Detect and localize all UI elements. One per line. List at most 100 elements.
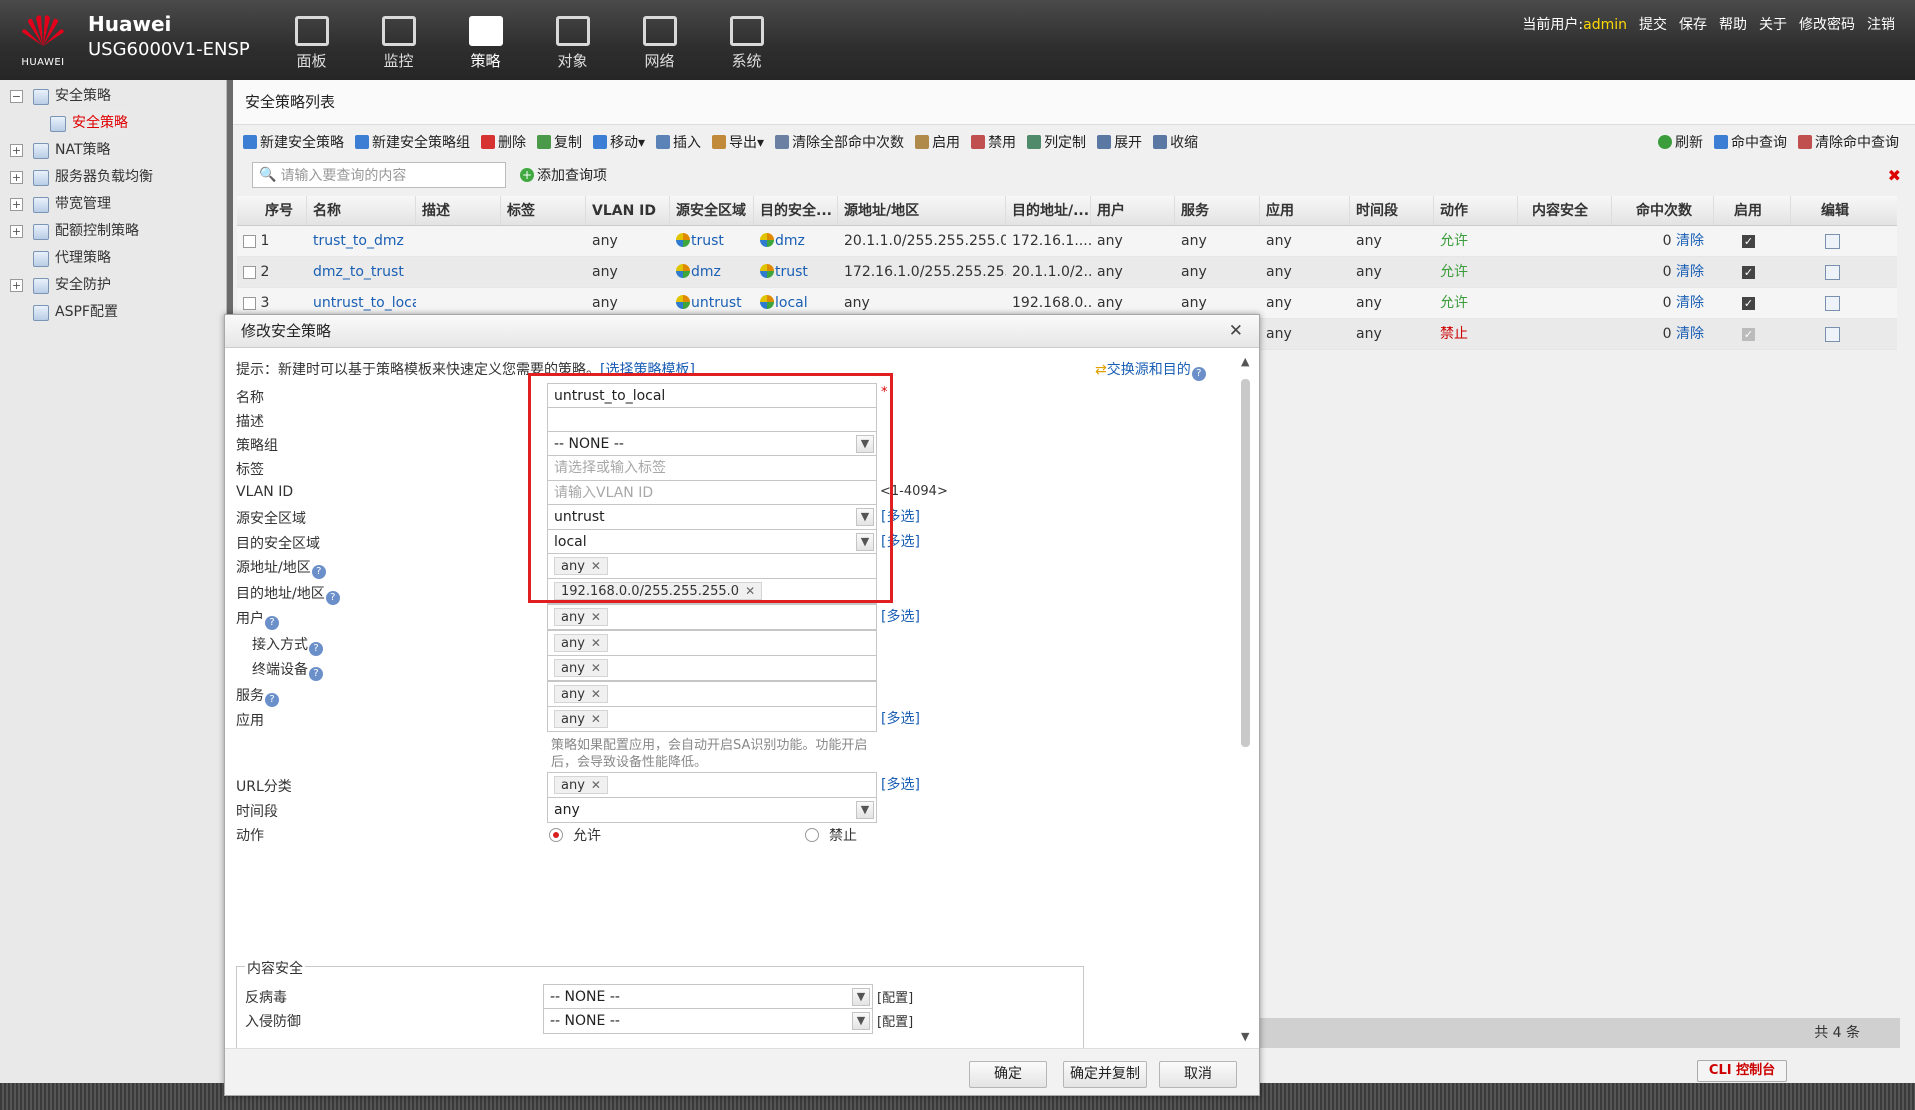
close-icon[interactable]: ✕ [1229, 315, 1243, 348]
ok-button[interactable]: 确定 [969, 1061, 1047, 1088]
new-policy-button[interactable]: 新建安全策略 [243, 132, 344, 152]
help-icon[interactable]: ? [309, 667, 323, 681]
app-input[interactable]: any ✕ [547, 706, 877, 732]
cell-src-zone[interactable]: trust [670, 226, 754, 256]
export-button[interactable]: 导出▾ [712, 132, 764, 152]
clear-hits-link[interactable]: 清除 [1676, 295, 1704, 311]
help-icon[interactable]: ? [325, 591, 340, 605]
enable-checkbox[interactable]: ✓ [1742, 265, 1755, 279]
change-password-link[interactable]: 修改密码 [1799, 14, 1855, 34]
expand-icon[interactable]: + [10, 279, 23, 292]
dialog-scrollbar[interactable]: ▲ ▼ [1238, 349, 1254, 1049]
expand-icon[interactable]: + [10, 171, 23, 184]
help-icon[interactable]: ? [265, 693, 279, 707]
column-header[interactable]: 标签 [501, 196, 586, 225]
url-multi-link[interactable]: [多选] [881, 774, 920, 794]
sidebar-item-nat-policy[interactable]: + NAT策略 [10, 137, 226, 164]
enable-checkbox[interactable]: ✓ [1742, 234, 1755, 248]
column-header[interactable]: 时间段 [1350, 196, 1434, 225]
remove-icon[interactable]: ✕ [591, 712, 601, 726]
column-header[interactable]: 内容安全 [1518, 196, 1612, 225]
close-search-icon[interactable]: ✖ [1888, 166, 1901, 185]
column-header[interactable]: 应用 [1260, 196, 1350, 225]
action-allow-radio[interactable]: 允许 [549, 825, 601, 845]
column-header[interactable]: 服务 [1175, 196, 1260, 225]
table-row[interactable]: 1 trust_to_dmz any trust dmz 20.1.1.0/25… [237, 226, 1897, 257]
move-button[interactable]: 移动▾ [593, 132, 645, 152]
app-multi-link[interactable]: [多选] [881, 708, 920, 728]
copy-button[interactable]: 复制 [537, 132, 582, 152]
new-policy-group-button[interactable]: 新建安全策略组 [355, 132, 470, 152]
column-header[interactable]: 动作 [1434, 196, 1518, 225]
clear-all-hits-button[interactable]: 清除全部命中次数 [775, 132, 904, 152]
table-row[interactable]: 2 dmz_to_trust any dmz trust 172.16.1.0/… [237, 257, 1897, 288]
column-header[interactable]: 目的安全... [754, 196, 838, 225]
column-header[interactable]: 目的地址/... [1006, 196, 1091, 225]
cancel-button[interactable]: 取消 [1159, 1061, 1237, 1088]
column-header[interactable]: 命中次数 [1612, 196, 1714, 225]
column-custom-button[interactable]: 列定制 [1027, 132, 1086, 152]
cell-dst-zone[interactable]: trust [754, 257, 838, 287]
nav-policy[interactable]: 策略 [442, 16, 529, 71]
hit-query-button[interactable]: 命中查询 [1714, 132, 1787, 152]
edit-icon[interactable] [1825, 233, 1840, 249]
cell-dst-zone[interactable]: dmz [754, 226, 838, 256]
ips-select[interactable]: -- NONE -- ▼ [543, 1008, 873, 1034]
search-input[interactable]: 🔍 请输入要查询的内容 [252, 162, 506, 188]
row-checkbox[interactable] [243, 265, 256, 279]
user-multi-link[interactable]: [多选] [881, 606, 920, 626]
nav-network[interactable]: 网络 [616, 16, 703, 71]
refresh-button[interactable]: 刷新 [1658, 132, 1703, 152]
user-input[interactable]: any ✕ [547, 604, 877, 630]
column-header[interactable]: 源安全区域 [670, 196, 754, 225]
sidebar-item-proxy[interactable]: 代理策略 [10, 245, 226, 272]
help-icon[interactable]: ? [265, 616, 279, 630]
sidebar-item-bandwidth[interactable]: + 带宽管理 [10, 191, 226, 218]
column-header[interactable]: 描述 [416, 196, 501, 225]
clear-hits-link[interactable]: 清除 [1676, 233, 1704, 249]
column-header[interactable]: 用户 [1091, 196, 1175, 225]
delete-button[interactable]: 删除 [481, 132, 526, 152]
scroll-thumb[interactable] [1241, 379, 1250, 747]
help-link[interactable]: 帮助 [1719, 14, 1747, 34]
column-header[interactable]: 编辑 [1791, 196, 1867, 225]
cli-console-button[interactable]: CLI 控制台 [1697, 1060, 1787, 1082]
remove-icon[interactable]: ✕ [591, 687, 601, 701]
cell-src-zone[interactable]: dmz [670, 257, 754, 287]
commit-link[interactable]: 提交 [1639, 14, 1667, 34]
help-icon[interactable]: ? [311, 565, 326, 579]
row-checkbox[interactable] [243, 234, 256, 248]
action-deny-radio[interactable]: 禁止 [805, 825, 857, 845]
sidebar-item-quota[interactable]: + 配额控制策略 [10, 218, 226, 245]
edit-icon[interactable] [1825, 264, 1840, 280]
insert-button[interactable]: 插入 [656, 132, 701, 152]
nav-dashboard[interactable]: 面板 [268, 16, 355, 71]
service-input[interactable]: any ✕ [547, 681, 877, 707]
column-header[interactable]: 序号 [237, 196, 307, 225]
help-icon[interactable]: ? [309, 642, 323, 656]
remove-icon[interactable]: ✕ [591, 661, 601, 675]
expand-icon[interactable]: + [10, 198, 23, 211]
help-icon[interactable]: ? [1191, 367, 1206, 381]
clear-hits-link[interactable]: 清除 [1676, 326, 1704, 342]
policy-name-link[interactable]: dmz_to_trust [307, 257, 416, 287]
ok-and-copy-button[interactable]: 确定并复制 [1063, 1061, 1147, 1088]
enable-checkbox[interactable]: ✓ [1742, 296, 1755, 310]
expand-icon[interactable]: + [10, 225, 23, 238]
edit-icon[interactable] [1825, 326, 1840, 342]
swap-src-dst-button[interactable]: ⇄交换源和目的? [1095, 359, 1206, 381]
ips-config-link[interactable]: [配置] [877, 1011, 913, 1030]
save-link[interactable]: 保存 [1679, 14, 1707, 34]
remove-icon[interactable]: ✕ [591, 778, 601, 792]
nav-system[interactable]: 系统 [703, 16, 790, 71]
add-query-button[interactable]: + 添加查询项 [520, 165, 607, 185]
nav-object[interactable]: 对象 [529, 16, 616, 71]
remove-icon[interactable]: ✕ [591, 610, 601, 624]
column-header[interactable]: 源地址/地区 [838, 196, 1006, 225]
sidebar-item-security-policy[interactable]: − 安全策略 [10, 83, 226, 110]
enable-button[interactable]: 启用 [915, 132, 960, 152]
collapse-icon[interactable]: − [10, 90, 23, 103]
antivirus-select[interactable]: -- NONE -- ▼ [543, 984, 873, 1010]
column-header[interactable]: 名称 [307, 196, 416, 225]
clear-hit-query-button[interactable]: 清除命中查询 [1798, 132, 1899, 152]
